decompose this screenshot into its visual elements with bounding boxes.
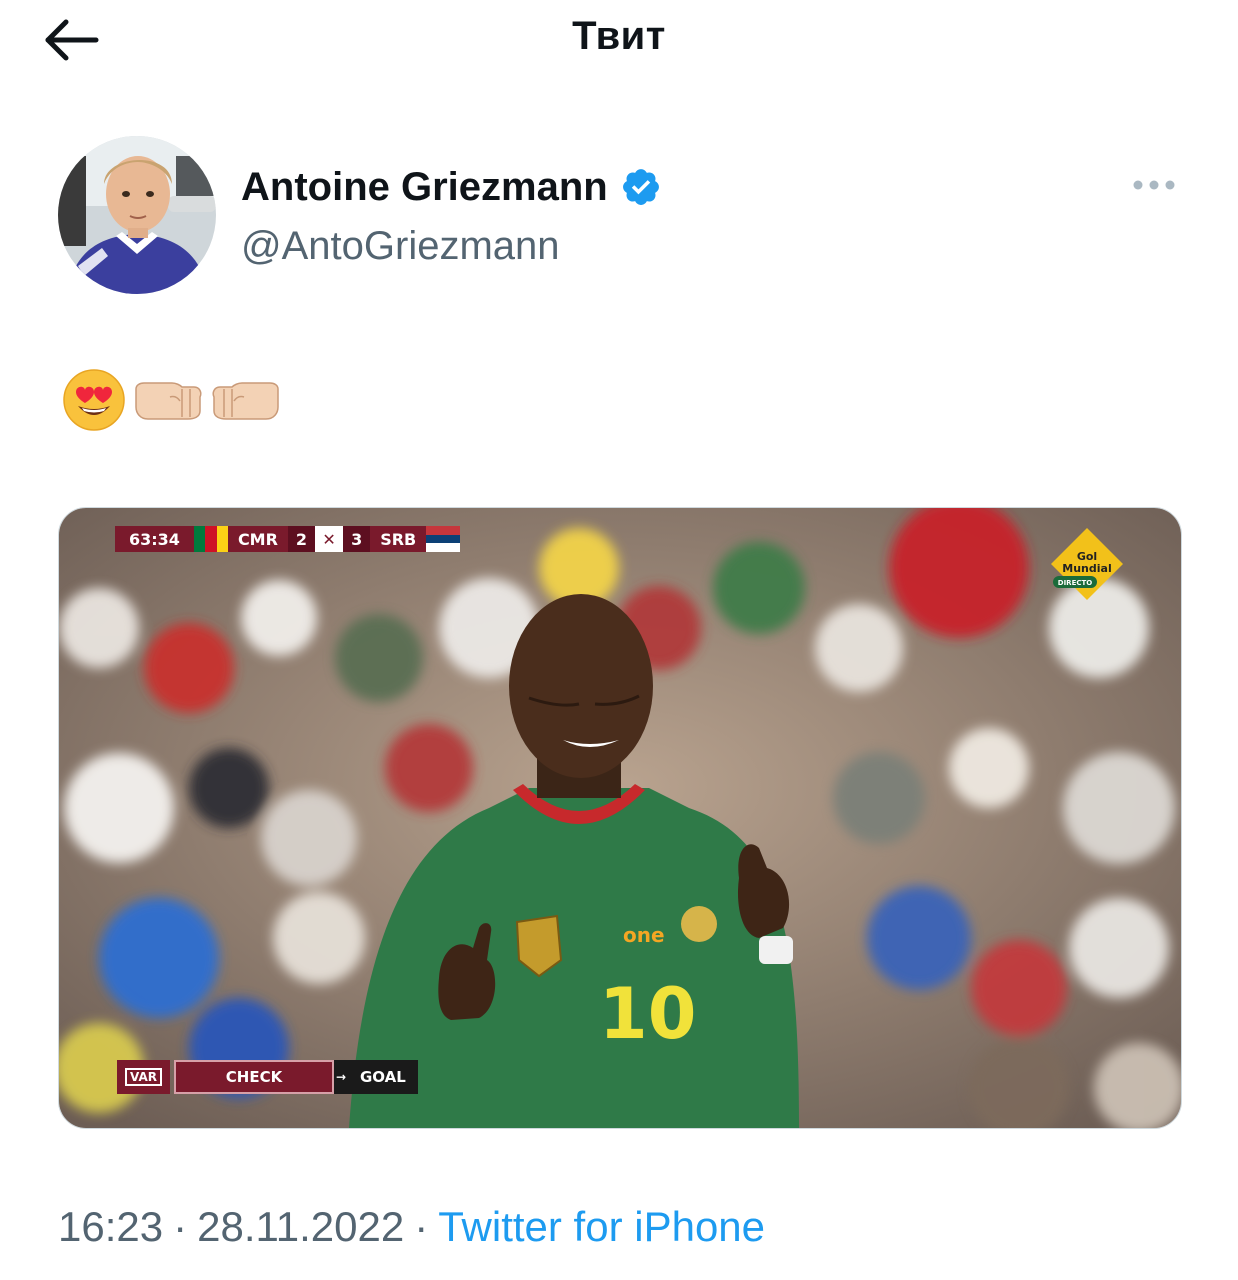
tournament-emblem-icon: ✕ <box>315 526 344 552</box>
right-facing-fist-icon <box>132 375 204 430</box>
tweet-text <box>62 368 282 437</box>
player-number: 10 <box>599 973 696 1055</box>
verified-badge-icon <box>622 169 659 205</box>
away-team: SRB <box>370 526 427 552</box>
football-match-photo: one 10 <box>59 508 1181 1128</box>
tweet-media-image[interactable]: one 10 63:34 CMR 2 ✕ 3 SRB Gol Mundial D… <box>58 507 1182 1129</box>
tweet-source-link[interactable]: Twitter for iPhone <box>438 1203 765 1250</box>
tweet-time[interactable]: 16:23 <box>58 1203 163 1250</box>
home-score: 2 <box>287 526 316 552</box>
tweet-date[interactable]: 28.11.2022 <box>197 1203 404 1250</box>
serbia-flag-icon <box>426 526 461 553</box>
more-options-button[interactable] <box>1128 168 1180 202</box>
var-label: VAR <box>125 1068 162 1086</box>
channel-logo: Gol Mundial DIRECTO <box>1049 526 1125 602</box>
var-status: CHECK <box>174 1060 334 1094</box>
page-title: Твит <box>572 14 666 58</box>
scoreboard-overlay: 63:34 CMR 2 ✕ 3 SRB <box>115 526 461 553</box>
author-name-row[interactable]: Antoine Griezmann <box>241 158 662 216</box>
smiling-face-with-heart-eyes-icon <box>62 368 126 437</box>
away-score: 3 <box>343 526 371 552</box>
tweet-meta: 16:23 · 28.11.2022 · Twitter for iPhone <box>58 1200 765 1254</box>
left-facing-fist-icon <box>210 375 282 430</box>
meta-separator: · <box>414 1203 429 1250</box>
author-handle[interactable]: @AntoGriezmann <box>241 220 560 272</box>
var-overlay: VAR CHECK → GOAL <box>117 1060 418 1094</box>
var-decision: GOAL <box>348 1060 418 1094</box>
avatar[interactable] <box>58 136 216 294</box>
cameroon-flag-icon <box>193 526 228 552</box>
avatar-image <box>58 136 216 294</box>
home-team: CMR <box>227 526 288 552</box>
arrow-right-icon: → <box>334 1060 348 1094</box>
author-display-name[interactable]: Antoine Griezmann <box>241 159 608 215</box>
top-bar: Твит <box>0 0 1238 80</box>
svg-text:DIRECTO: DIRECTO <box>1058 579 1092 587</box>
svg-text:Mundial: Mundial <box>1062 562 1111 575</box>
more-horizontal-icon <box>1133 180 1175 190</box>
meta-separator: · <box>173 1203 188 1250</box>
sponsor-logo: one <box>623 923 665 947</box>
match-clock: 63:34 <box>115 526 194 552</box>
